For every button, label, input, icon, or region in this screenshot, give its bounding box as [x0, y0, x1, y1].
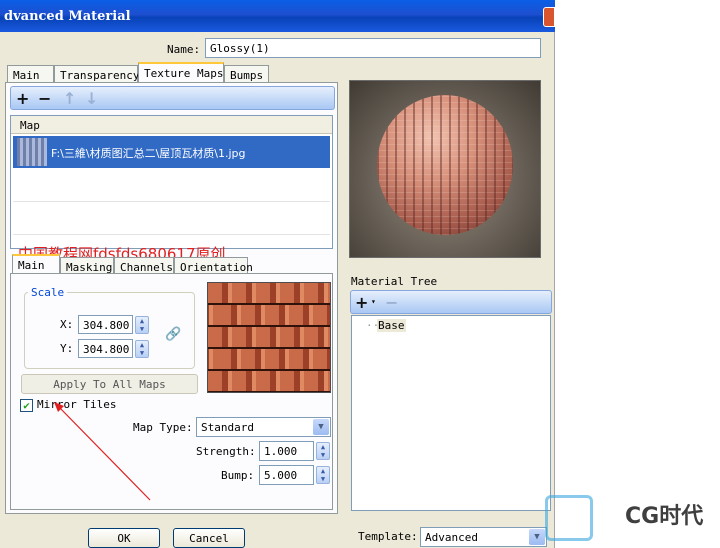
cancel-button[interactable]: Cancel — [173, 528, 245, 548]
tree-item-base[interactable]: Base — [377, 319, 406, 332]
tile-row — [208, 371, 330, 392]
strength-input[interactable]: 1.000 — [259, 441, 314, 461]
subtab-main[interactable]: Main — [12, 254, 60, 275]
map-list-row[interactable]: F:\三維\材质图汇总二\屋顶瓦材质\1.jpg — [13, 136, 330, 168]
logo-text: CG时代 — [625, 504, 704, 529]
map-type-select[interactable]: Standard ▼ — [196, 417, 331, 437]
arrow-up-icon[interactable]: ↑ — [63, 89, 76, 108]
link-icon[interactable]: 🔗 — [165, 327, 181, 342]
apply-to-all-maps-button[interactable]: Apply To All Maps — [21, 374, 198, 394]
remove-icon[interactable]: − — [385, 293, 398, 312]
chevron-down-icon[interactable]: ▼ — [313, 419, 329, 435]
watermark-logo: CG时代 — [545, 493, 715, 543]
material-preview — [349, 80, 541, 258]
bump-label: Bump: — [221, 469, 255, 482]
tab-texture-maps[interactable]: Texture Maps — [138, 62, 224, 83]
bump-spinner[interactable]: ▲ ▼ — [316, 466, 330, 484]
close-icon[interactable] — [543, 7, 555, 27]
list-divider — [13, 201, 330, 202]
scale-x-spinner[interactable]: ▲ ▼ — [135, 316, 149, 334]
scale-legend: Scale — [28, 286, 68, 299]
maps-toolbar: + − ↑ ↓ — [10, 86, 335, 110]
template-label: Template: — [358, 530, 418, 543]
scale-y-label: Y: — [60, 342, 74, 355]
list-divider — [13, 234, 330, 235]
strength-label: Strength: — [196, 445, 256, 458]
map-thumbnail — [17, 138, 47, 166]
annotation-arrow — [54, 402, 151, 501]
scale-x-input[interactable]: 304.800 — [78, 315, 133, 334]
scale-y-spinner[interactable]: ▲ ▼ — [135, 340, 149, 358]
tile-row — [208, 283, 330, 306]
template-select[interactable]: Advanced ▼ — [420, 527, 547, 547]
mirror-tiles-checkbox[interactable]: ✔ — [20, 399, 33, 412]
material-tree: ···· Base — [351, 315, 551, 511]
logo-mark — [545, 495, 593, 541]
arrow-down-icon[interactable]: ↓ — [85, 89, 98, 108]
tile-row — [208, 349, 330, 372]
map-path: F:\三維\材质图汇总二\屋顶瓦材质\1.jpg — [51, 147, 246, 160]
window-title: dvanced Material — [4, 9, 131, 24]
maps-list: Map F:\三維\材质图汇总二\屋顶瓦材质\1.jpg — [10, 115, 333, 249]
tile-row — [208, 327, 330, 350]
strength-spinner[interactable]: ▲ ▼ — [316, 442, 330, 460]
advanced-material-dialog: dvanced Material Name: Glossy(1) Main Tr… — [0, 0, 555, 548]
map-type-label: Map Type: — [133, 421, 193, 434]
bump-input[interactable]: 5.000 — [259, 465, 314, 485]
chevron-down-icon[interactable]: ▾ — [371, 297, 376, 306]
scale-x-label: X: — [60, 318, 74, 331]
name-input[interactable]: Glossy(1) — [205, 38, 541, 58]
template-value: Advanced — [425, 531, 478, 544]
scale-y-input[interactable]: 304.800 — [78, 339, 133, 358]
map-type-value: Standard — [201, 421, 254, 434]
material-tree-title: Material Tree — [351, 275, 438, 288]
preview-sphere — [377, 95, 513, 235]
chevron-down-icon[interactable]: ▼ — [529, 529, 545, 545]
tile-row — [208, 305, 330, 328]
sphere-texture — [377, 95, 513, 235]
name-label: Name: — [167, 43, 201, 56]
texture-preview-image — [207, 282, 331, 393]
remove-icon[interactable]: − — [38, 89, 51, 108]
title-bar[interactable]: dvanced Material — [0, 0, 555, 32]
checkmark-icon: ✔ — [23, 399, 30, 412]
material-tree-toolbar: + ▾ − — [350, 290, 552, 314]
add-icon[interactable]: + — [355, 293, 368, 312]
ok-button[interactable]: OK — [88, 528, 160, 548]
map-column-header[interactable]: Map — [11, 116, 332, 134]
add-icon[interactable]: + — [16, 89, 29, 108]
